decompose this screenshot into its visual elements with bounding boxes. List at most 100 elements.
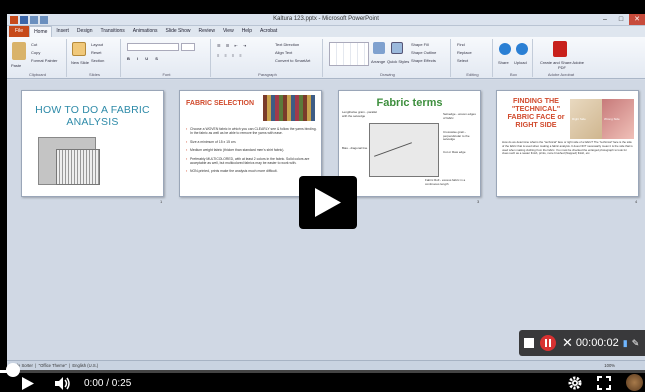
tab-insert[interactable]: Insert [52,26,73,37]
slide-3-label: Selvedge - woven edges of fabric [443,112,476,120]
group-drawing: Arrange Quick Styles Shape Fill Shape Ou… [325,39,451,77]
select-button[interactable]: Select [457,58,468,63]
shapes-gallery[interactable] [329,42,369,66]
fullscreen-icon[interactable] [597,376,611,390]
record-timer: 00:00:02 [575,337,619,349]
reset-button[interactable]: Reset [91,50,101,55]
font-name-select[interactable] [127,43,179,51]
volume-icon[interactable] [55,377,71,390]
group-label-slides: Slides [89,72,100,77]
tab-design[interactable]: Design [73,26,97,37]
tab-slide-show[interactable]: Slide Show [162,26,195,37]
arrange-button[interactable]: Arrange [371,59,385,64]
align-buttons[interactable]: ≡ ≡ ≡ ≡ [217,53,244,58]
minimize-icon[interactable]: – [597,14,613,25]
slide-thumbnail-3[interactable]: Fabric terms Lengthwise grain - parallel… [338,90,481,197]
slide-thumbnail-1[interactable]: HOW TO DO A FABRIC ANALYSIS [21,90,164,197]
scrubber-handle[interactable] [6,363,20,377]
slide-3-label: Lengthwise grain - parallel with the sel… [342,110,378,118]
slide-4-right-side-image: Right Side [570,99,602,139]
wrong-side-label: Wrong Side [604,117,620,121]
tab-review[interactable]: Review [195,26,219,37]
text-direction-button[interactable]: Text Direction [275,42,299,47]
slide-3-label: Crosswise grain - perpendicular to the s… [443,130,470,142]
shape-effects-button[interactable]: Shape Effects [411,58,436,63]
maximize-icon[interactable]: □ [613,14,629,25]
tab-home[interactable]: Home [29,26,53,37]
format-painter-button[interactable]: Format Painter [31,58,57,63]
window-controls: – □ ✕ [597,14,645,25]
group-label-editing: Editing [466,72,479,77]
play-icon [315,188,341,217]
slide-4-title: FINDING THE "TECHNICAL" FABRIC FACE or R… [507,96,565,129]
new-slide-icon[interactable] [72,42,86,56]
status-left: Slide Sorter | "Office Theme" | English … [11,363,99,368]
quick-styles-button[interactable]: Quick Styles [387,59,409,64]
play-icon[interactable] [22,377,34,390]
cut-button[interactable]: Cut [31,42,37,47]
upload-icon[interactable] [516,43,528,55]
align-text-button[interactable]: Align Text [275,50,292,55]
find-button[interactable]: Find [457,42,465,47]
ribbon-tabs: File Home Insert Design Transitions Anim… [7,26,645,37]
slide-number-3: 3 [477,199,480,204]
tab-acrobat[interactable]: Acrobat [256,26,281,37]
ribbon: Paste Cut Copy Format Painter Clipboard … [7,37,645,79]
right-side-label: Right Side [572,117,586,121]
upload-button[interactable]: Upload [514,60,527,65]
slide-2-bullet: Preferably MULTICOLORED, with at least 2… [186,157,317,166]
paste-button[interactable]: Paste [11,63,21,68]
tab-view[interactable]: View [219,26,238,37]
layout-button[interactable]: Layout [91,42,103,47]
section-button[interactable]: Section [91,58,104,63]
convert-smartart-button[interactable]: Convert to SmartArt [275,58,310,63]
group-label-acrobat: Adobe Acrobat [547,72,575,77]
quick-styles-icon[interactable] [391,42,403,54]
copy-button[interactable]: Copy [31,50,40,55]
group-acrobat: Create and Share Adobe PDF Adobe Acrobat [535,39,587,77]
zoom-level[interactable]: 100% [604,363,615,368]
pen-icon[interactable]: ✎ [632,338,640,349]
tab-help[interactable]: Help [238,26,256,37]
slide-3-label: Fabric Roll - excess fabric in a continu… [425,178,466,186]
close-icon[interactable]: ✕ [629,14,645,25]
settings-gear-icon[interactable] [568,376,582,390]
tab-file[interactable]: File [9,26,30,37]
play-overlay-button[interactable] [299,176,357,229]
list-buttons[interactable]: ☰ ☰ ⇤ ⇥ [217,43,248,48]
stop-record-icon[interactable] [524,338,534,348]
group-label-clipboard: Clipboard [28,72,47,77]
paste-icon[interactable] [12,42,26,60]
share-icon[interactable] [499,43,511,55]
group-paragraph: ☰ ☰ ⇤ ⇥ ≡ ≡ ≡ ≡ Text Direction Align Tex… [213,39,323,77]
shape-outline-button[interactable]: Shape Outline [411,50,436,55]
cancel-record-icon[interactable]: ✕ [562,335,573,351]
tab-animations[interactable]: Animations [129,26,162,37]
slide-2-bullets: Choose a WOVEN fabric in which you can C… [186,127,317,178]
slide-number-1: 1 [160,199,163,204]
pause-record-button[interactable] [540,335,556,351]
microphone-icon[interactable]: ▮ [623,338,628,349]
slide-2-bullet: Choose a WOVEN fabric in which you can C… [186,127,317,136]
slide-2-bullet: Size a minimum of 15 x 15 cm. [186,140,317,145]
group-font: B I U S Font [123,39,211,77]
slide-thumbnail-4[interactable]: FINDING THE "TECHNICAL" FABRIC FACE or R… [496,90,639,197]
group-editing: Find Replace Select Editing [453,39,493,77]
channel-logo-icon[interactable] [626,374,643,391]
font-format-buttons[interactable]: B I U S [127,56,161,61]
arrange-icon[interactable] [373,42,385,54]
share-button[interactable]: Share [498,60,509,65]
adobe-pdf-icon[interactable] [553,41,567,57]
tab-transitions[interactable]: Transitions [97,26,129,37]
slide-1-title: HOW TO DO A FABRIC ANALYSIS [35,104,150,128]
replace-button[interactable]: Replace [457,50,472,55]
new-slide-button[interactable]: New Slide [71,60,89,65]
create-share-pdf-button[interactable]: Create and Share Adobe PDF [537,60,587,70]
font-size-select[interactable] [181,43,195,51]
group-label-paragraph: Paragraph [258,72,277,77]
progress-track[interactable] [0,370,645,373]
language-label[interactable]: English (U.S.) [72,363,98,368]
group-clipboard: Paste Cut Copy Format Painter Clipboard [9,39,67,77]
shape-fill-button[interactable]: Shape Fill [411,42,429,47]
slide-2-bullet: Medium weight fabric (thicker than stand… [186,148,317,153]
